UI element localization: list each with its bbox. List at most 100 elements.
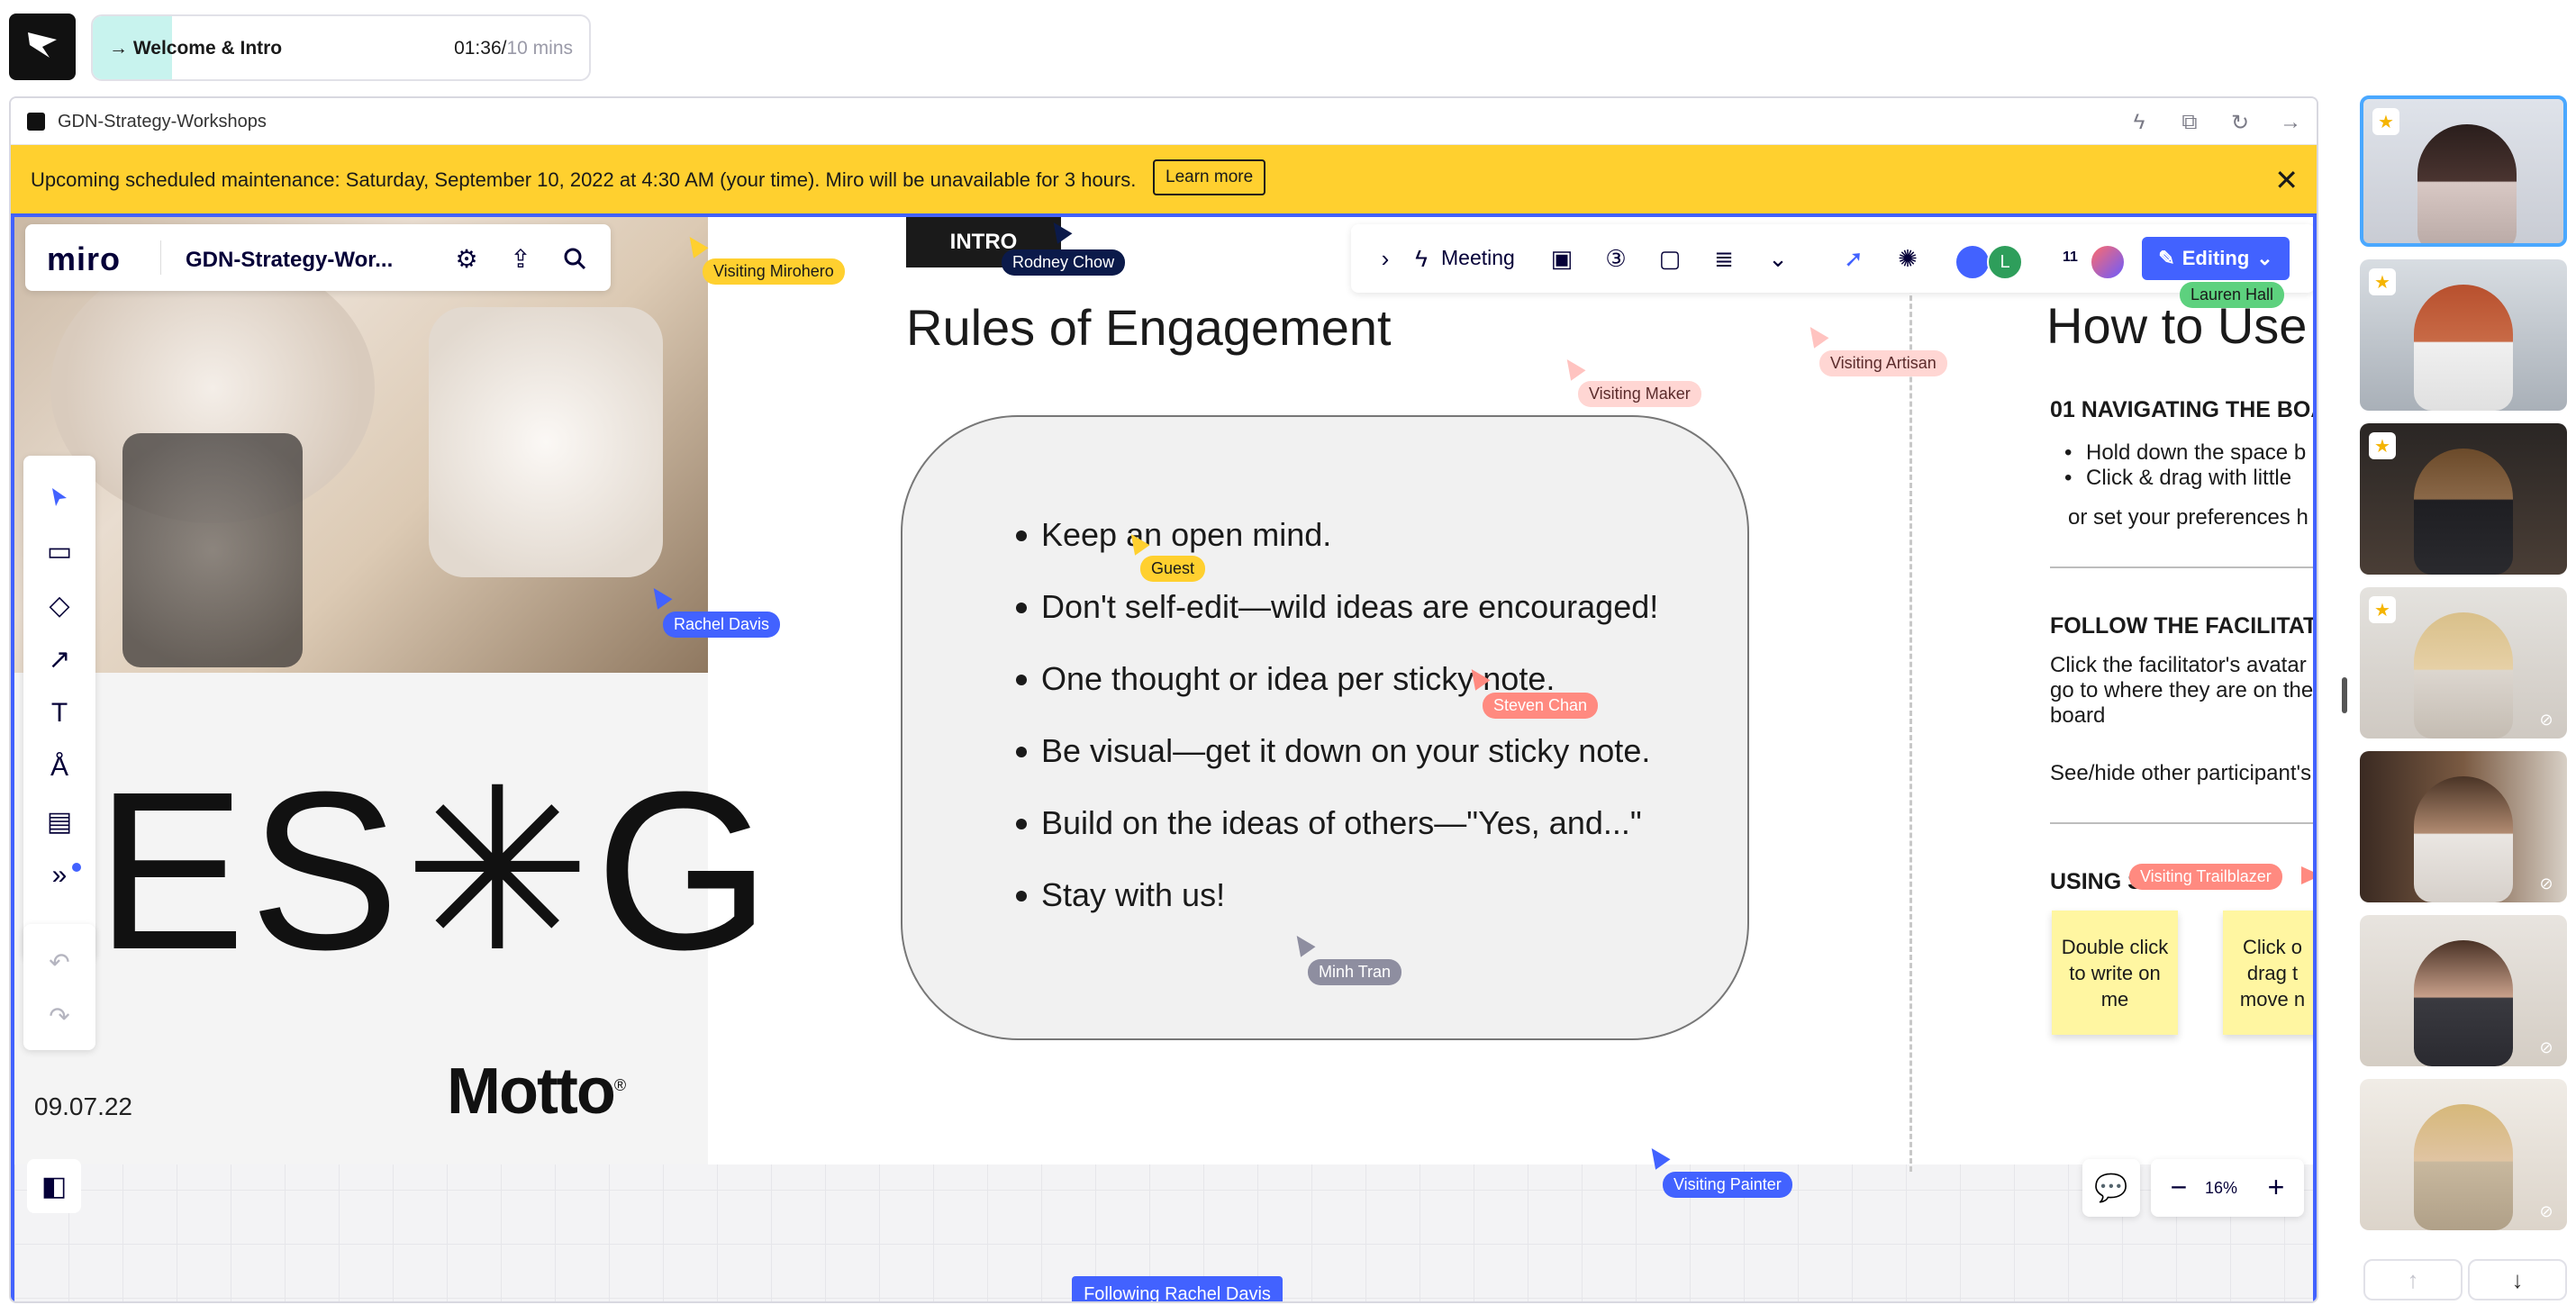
scroll-up-button[interactable]: ↑ <box>2363 1259 2463 1300</box>
participant-count[interactable]: 11 <box>2063 249 2078 266</box>
chat-icon[interactable]: 💬 <box>2082 1159 2140 1217</box>
video-tile[interactable]: ⊘ <box>2360 751 2567 902</box>
motto-wordmark: Motto <box>447 1056 616 1128</box>
upload-share-icon[interactable]: ⇪ <box>503 240 539 276</box>
mic-muted-icon: ⊘ <box>2539 1038 2553 1056</box>
board-name[interactable]: GDN-Strategy-Wor... <box>186 248 393 273</box>
text-icon[interactable]: T <box>36 690 83 737</box>
scroll-down-button[interactable]: ↓ <box>2468 1259 2567 1300</box>
avatar[interactable]: L <box>1987 244 2023 280</box>
settings-gear-icon[interactable]: ⚙ <box>449 240 485 276</box>
follow-text: board <box>2050 703 2106 728</box>
video-tile[interactable]: ★ <box>2360 259 2567 411</box>
section-rule <box>2050 822 2313 824</box>
video-tile[interactable]: ⊘ <box>2360 915 2567 1066</box>
pen-icon[interactable]: Å <box>36 744 83 791</box>
pencil-icon: ✎ <box>2158 247 2175 269</box>
timer-icon[interactable]: ③ <box>1600 242 1632 275</box>
forward-icon[interactable]: → <box>2275 107 2306 138</box>
video-tile[interactable]: ★ ⊘ <box>2360 587 2567 739</box>
session-agenda-pill[interactable]: → Welcome & Intro 01:36/10 mins <box>91 14 591 81</box>
video-tile[interactable]: ★ <box>2360 95 2567 247</box>
flag-icon <box>28 32 57 58</box>
participant-video <box>2414 776 2513 902</box>
cursor-label: Visiting Trailblazer <box>2129 864 2282 890</box>
brand-lettering: ES✳G <box>95 745 775 996</box>
star-icon[interactable]: ★ <box>2369 432 2396 459</box>
video-tile[interactable]: ⊘ <box>2360 1079 2567 1230</box>
zoom-in-button[interactable]: + <box>2257 1168 2295 1206</box>
editing-mode-button[interactable]: ✎ Editing ⌄ <box>2142 237 2290 280</box>
more-chevron-icon[interactable]: ⌄ <box>1762 242 1794 275</box>
lightning-icon[interactable]: ϟ <box>1405 242 1438 275</box>
video-tile[interactable]: ★ <box>2360 423 2567 575</box>
participant-video <box>2414 285 2513 411</box>
following-indicator[interactable]: Following Rachel Davis <box>1072 1276 1283 1301</box>
select-cursor-icon[interactable] <box>36 474 83 521</box>
follow-text: See/hide other participant's <box>2050 761 2312 785</box>
session-timer: 01:36/10 mins <box>454 38 573 59</box>
divider <box>160 240 161 275</box>
avatar[interactable] <box>1955 244 1991 280</box>
participant-video <box>2414 612 2513 739</box>
avatar[interactable] <box>2090 244 2126 280</box>
cursor-label: Minh Tran <box>1308 959 1402 985</box>
participant-video <box>2417 124 2517 243</box>
follow-text: Click the facilitator's avatar <box>2050 653 2307 677</box>
rule-item: Build on the ideas of others—"Yes, and..… <box>1016 802 1658 874</box>
banner-close-icon[interactable]: ✕ <box>2274 163 2299 197</box>
undo-icon[interactable]: ↶ <box>36 938 83 985</box>
screenshot-icon[interactable]: ⧉ <box>2174 107 2205 138</box>
chevron-right-icon[interactable]: › <box>1369 242 1401 275</box>
new-badge-dot <box>72 863 81 872</box>
rule-item: Keep an open mind. <box>1016 514 1658 586</box>
motto-logo: Motto® <box>447 1055 626 1128</box>
mic-muted-icon: ⊘ <box>2539 1201 2553 1220</box>
reload-icon[interactable]: ↻ <box>2225 107 2255 138</box>
celebrate-icon[interactable]: ✺ <box>1891 242 1924 275</box>
cursor-label: Visiting Painter <box>1663 1172 1792 1198</box>
miro-logo[interactable]: miro <box>47 240 121 278</box>
star-icon[interactable]: ★ <box>2372 108 2399 135</box>
collaboration-toolbar: › ϟ Meeting ▣ ③ ▢ ≣ ⌄ ➚ ✺ L 11 ✎ Editing… <box>1351 224 2313 293</box>
cursor-pointer-icon <box>2301 866 2313 884</box>
cursor-label: Steven Chan <box>1483 693 1599 719</box>
frame-divider-line <box>1909 271 1912 1172</box>
star-icon[interactable]: ★ <box>2369 268 2396 295</box>
app-logo[interactable] <box>9 14 76 80</box>
search-icon[interactable] <box>557 240 593 276</box>
zoom-out-button[interactable]: − <box>2160 1168 2198 1206</box>
notes-icon[interactable]: ≣ <box>1708 242 1740 275</box>
editing-label: Editing <box>2181 247 2250 269</box>
star-icon[interactable]: ★ <box>2369 596 2396 623</box>
nav-bullet: Hold down the space b <box>2064 440 2306 466</box>
miro-board-header: miro GDN-Strategy-Wor... ⚙ ⇪ <box>25 224 611 291</box>
bolt-icon[interactable]: ϟ <box>2124 107 2154 138</box>
present-icon[interactable]: ▢ <box>1654 242 1686 275</box>
board-panel-toggle-icon[interactable]: ◧ <box>27 1159 81 1213</box>
cursor-label: Lauren Hall <box>2180 282 2285 308</box>
cursor-visibility-icon[interactable]: ➚ <box>1837 242 1870 275</box>
meeting-label[interactable]: Meeting <box>1441 246 1515 270</box>
connector-arrow-icon[interactable]: ↗ <box>36 636 83 683</box>
video-participants-strip: ★ ★ ★ ★ ⊘ ⊘ ⊘ ⊘ <box>2360 95 2569 1239</box>
zoom-level[interactable]: 16% <box>2205 1179 2237 1198</box>
session-total: 10 mins <box>506 38 573 59</box>
more-tools-chevron-icon[interactable]: » <box>36 852 83 899</box>
rules-title: Rules of Engagement <box>906 299 1392 356</box>
sticky-note[interactable]: Double click to write on me <box>2052 911 2178 1035</box>
learn-more-button[interactable]: Learn more <box>1153 159 1266 195</box>
frames-icon[interactable]: ▣ <box>1546 242 1578 275</box>
comment-icon[interactable]: ▤ <box>36 798 83 845</box>
rule-item: Don't self-edit—wild ideas are encourage… <box>1016 586 1658 658</box>
navigating-heading: 01 NAVIGATING THE BOA <box>2050 397 2317 422</box>
redo-icon[interactable]: ↷ <box>36 992 83 1039</box>
sticky-note-icon[interactable]: ▭ <box>36 528 83 575</box>
sticky-note[interactable]: Click o drag t move n <box>2223 911 2313 1035</box>
maintenance-banner: Upcoming scheduled maintenance: Saturday… <box>11 145 2317 213</box>
participant-video <box>2414 940 2513 1066</box>
miro-board-canvas[interactable]: ES✳G 09.07.22 Motto® miro GDN-Strategy-W… <box>11 213 2317 1301</box>
shapes-icon[interactable]: ◇ <box>36 582 83 629</box>
sidebar-resize-handle[interactable] <box>2342 677 2347 713</box>
zoom-controls: − 16% + <box>2151 1159 2304 1217</box>
